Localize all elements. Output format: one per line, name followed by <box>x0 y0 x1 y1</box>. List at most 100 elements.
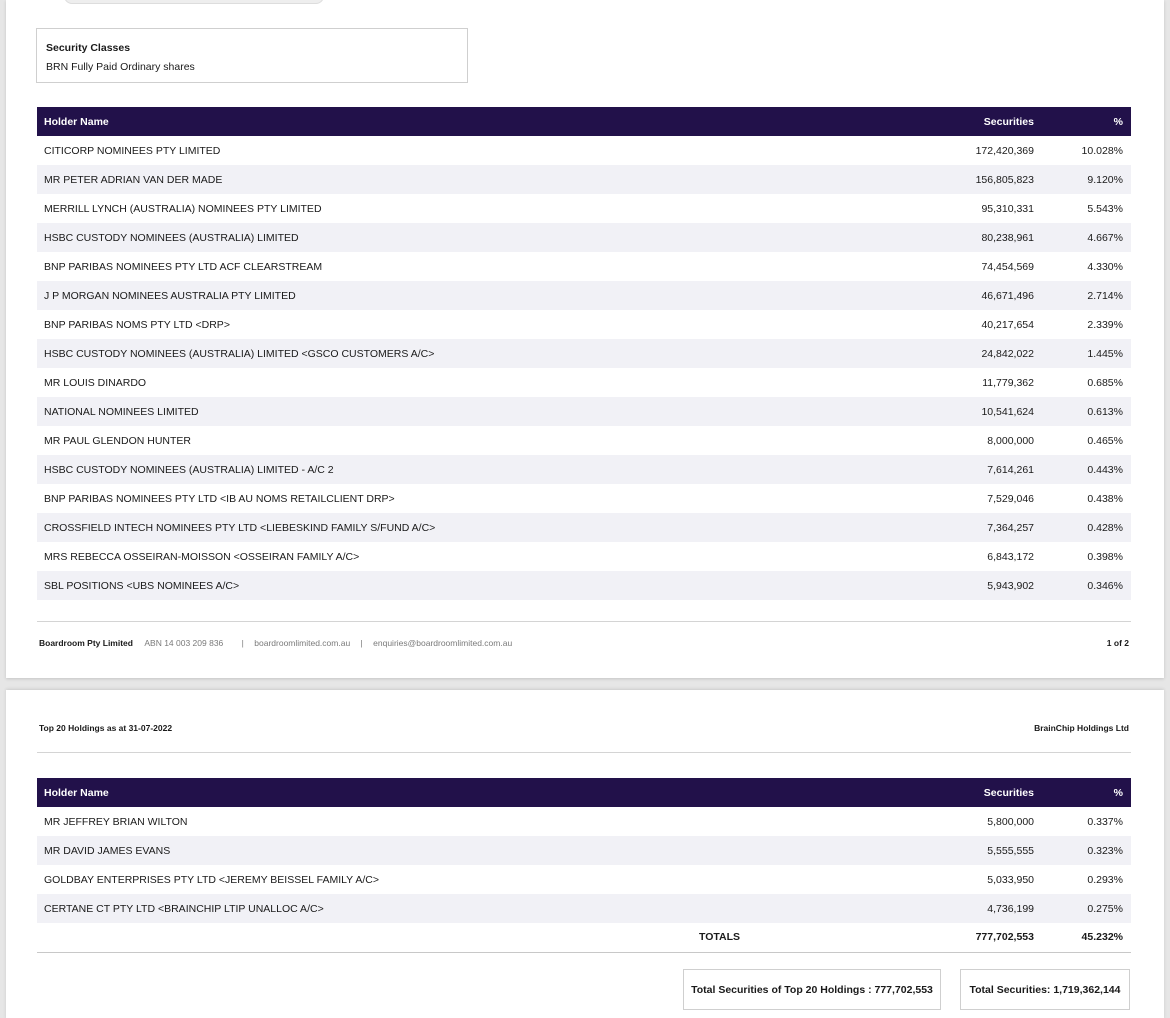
document-page-1: Security Classes BRN Fully Paid Ordinary… <box>6 0 1164 678</box>
holder-name-header: Holder Name <box>37 778 897 807</box>
table-row: HSBC CUSTODY NOMINEES (AUSTRALIA) LIMITE… <box>37 223 1131 252</box>
securities-cell: 4,736,199 <box>897 894 1034 923</box>
holder-name-cell: NATIONAL NOMINEES LIMITED <box>37 397 897 426</box>
totals-label: TOTALS <box>37 923 897 953</box>
holder-name-cell: HSBC CUSTODY NOMINEES (AUSTRALIA) LIMITE… <box>37 223 897 252</box>
holder-name-cell: J P MORGAN NOMINEES AUSTRALIA PTY LIMITE… <box>37 281 897 310</box>
company-name: BrainChip Holdings Ltd <box>1034 723 1129 733</box>
percent-cell: 4.330% <box>1087 260 1123 273</box>
percent-cell: 0.323% <box>1034 836 1131 865</box>
percent-cell: 0.613% <box>1034 397 1131 426</box>
table-row: BNP PARIBAS NOMINEES PTY LTD <IB AU NOMS… <box>37 484 1131 513</box>
percent-cell: 5.543% <box>1087 202 1123 215</box>
securities-cell: 6,843,172 <box>987 550 1034 563</box>
holder-name-cell: MR DAVID JAMES EVANS <box>37 836 897 865</box>
table-row: MR PETER ADRIAN VAN DER MADE 156,805,823 9… <box>37 165 1131 194</box>
report-title: Top 20 Holdings as at 31-07-2022 <box>39 723 173 733</box>
table-row: MR DAVID JAMES EVANS 5,555,555 0.323% <box>37 836 1131 865</box>
percent-header: % <box>1034 778 1131 807</box>
percent-cell: 0.443% <box>1034 455 1131 484</box>
percent-cell: 0.465% <box>1087 434 1123 447</box>
percent-cell: 0.428% <box>1034 513 1131 542</box>
totals-row: TOTALS 777,702,553 45.232% <box>37 923 1131 953</box>
securities-cell: 5,800,000 <box>987 815 1034 828</box>
holder-name-cell: MR JEFFREY BRIAN WILTON <box>44 815 188 828</box>
securities-cell: 156,805,823 <box>897 165 1034 194</box>
percent-cell: 0.346% <box>1034 571 1131 600</box>
holder-name-cell: HSBC CUSTODY NOMINEES (AUSTRALIA) LIMITE… <box>37 455 897 484</box>
totals-securities: 777,702,553 <box>897 923 1034 953</box>
holder-name-cell: MR PAUL GLENDON HUNTER <box>44 434 192 447</box>
securities-cell: 172,420,369 <box>975 144 1034 157</box>
footer-separator: | <box>360 638 363 648</box>
securities-cell: 80,238,961 <box>897 223 1034 252</box>
percent-cell: 0.438% <box>1087 492 1123 505</box>
securities-cell: 8,000,000 <box>987 434 1034 447</box>
page-number: 1 of 2 <box>1106 638 1129 648</box>
footer-email[interactable]: enquiries@boardroomlimited.com.au <box>373 638 512 648</box>
securities-header: Securities <box>897 107 1034 136</box>
percent-cell: 0.275% <box>1034 894 1131 923</box>
holder-name-cell: HSBC CUSTODY NOMINEES (AUSTRALIA) LIMITE… <box>37 339 897 368</box>
securities-cell: 40,217,654 <box>981 318 1034 331</box>
holder-name-cell: MR PETER ADRIAN VAN DER MADE <box>37 165 897 194</box>
holdings-table-page-2: Holder Name Securities % MR JEFFREY BRIA… <box>37 778 1131 953</box>
table-row: HSBC CUSTODY NOMINEES (AUSTRALIA) LIMITE… <box>37 339 1131 368</box>
footer-company: Boardroom Pty Limited <box>39 638 133 648</box>
table-header-row: Holder Name Securities % <box>37 778 1131 807</box>
table-row: MR PAUL GLENDON HUNTER 8,000,000 0.465% <box>37 426 1131 455</box>
table-row: BNP PARIBAS NOMS PTY LTD <DRP> 40,217,654… <box>37 310 1131 339</box>
holder-name-cell: BNP PARIBAS NOMS PTY LTD <DRP> <box>44 318 230 331</box>
holder-name-cell: CERTANE CT PTY LTD <BRAINCHIP LTIP UNALL… <box>37 894 897 923</box>
holder-name-cell: MR LOUIS DINARDO <box>44 376 147 389</box>
securities-cell: 95,310,331 <box>981 202 1034 215</box>
securities-cell: 10,541,624 <box>897 397 1034 426</box>
table-row: J P MORGAN NOMINEES AUSTRALIA PTY LIMITE… <box>37 281 1131 310</box>
table-row: GOLDBAY ENTERPRISES PTY LTD <JEREMY BEIS… <box>37 865 1131 894</box>
security-classes-box: Security Classes BRN Fully Paid Ordinary… <box>36 28 468 83</box>
totals-percent: 45.232% <box>1034 923 1131 953</box>
table-row: HSBC CUSTODY NOMINEES (AUSTRALIA) LIMITE… <box>37 455 1131 484</box>
table-row: MERRILL LYNCH (AUSTRALIA) NOMINEES PTY L… <box>37 194 1131 223</box>
table-row: CITICORP NOMINEES PTY LIMITED 172,420,369… <box>37 136 1131 165</box>
top20-total-box: Total Securities of Top 20 Holdings : 77… <box>683 969 941 1010</box>
table-row: CERTANE CT PTY LTD <BRAINCHIP LTIP UNALL… <box>37 894 1131 923</box>
holder-name-cell: CITICORP NOMINEES PTY LIMITED <box>44 144 221 157</box>
holdings-table-page-1: Holder Name Securities % CITICORP NOMINE… <box>37 107 1131 600</box>
header-divider <box>37 752 1131 753</box>
percent-cell: 0.398% <box>1087 550 1123 563</box>
page-header: Top 20 Holdings as at 31-07-2022 BrainCh… <box>39 723 1129 733</box>
securities-cell: 7,614,261 <box>897 455 1034 484</box>
page-top-tab <box>64 0 324 4</box>
document-page-2: Top 20 Holdings as at 31-07-2022 BrainCh… <box>6 690 1164 1018</box>
footer-info: Boardroom Pty Limited ABN 14 003 209 836… <box>39 638 512 648</box>
percent-cell: 0.293% <box>1087 873 1123 886</box>
holder-name-cell: MERRILL LYNCH (AUSTRALIA) NOMINEES PTY L… <box>44 202 322 215</box>
holder-name-header: Holder Name <box>37 107 897 136</box>
securities-cell: 5,033,950 <box>987 873 1034 886</box>
percent-cell: 9.120% <box>1034 165 1131 194</box>
holder-name-cell: SBL POSITIONS <UBS NOMINEES A/C> <box>37 571 897 600</box>
securities-cell: 74,454,569 <box>981 260 1034 273</box>
holder-name-cell: MRS REBECCA OSSEIRAN-MOISSON <OSSEIRAN F… <box>44 550 360 563</box>
page-footer: Boardroom Pty Limited ABN 14 003 209 836… <box>39 638 1129 648</box>
securities-cell: 46,671,496 <box>897 281 1034 310</box>
percent-cell: 10.028% <box>1081 144 1123 157</box>
table-row: MR JEFFREY BRIAN WILTON 5,800,000 0.337% <box>37 807 1131 836</box>
securities-header: Securities <box>897 778 1034 807</box>
holder-name-cell: BNP PARIBAS NOMINEES PTY LTD ACF CLEARST… <box>44 260 323 273</box>
security-classes-value: BRN Fully Paid Ordinary shares <box>46 61 195 73</box>
table-row: SBL POSITIONS <UBS NOMINEES A/C> 5,943,90… <box>37 571 1131 600</box>
holdings-body-page-2: MR JEFFREY BRIAN WILTON 5,800,000 0.337% MR… <box>37 807 1131 923</box>
table-row: BNP PARIBAS NOMINEES PTY LTD ACF CLEARST… <box>37 252 1131 281</box>
footer-website[interactable]: boardroomlimited.com.au <box>254 638 350 648</box>
securities-cell: 5,943,902 <box>897 571 1034 600</box>
securities-cell: 5,555,555 <box>897 836 1034 865</box>
securities-cell: 24,842,022 <box>897 339 1034 368</box>
table-row: NATIONAL NOMINEES LIMITED 10,541,624 0.613… <box>37 397 1131 426</box>
percent-cell: 1.445% <box>1034 339 1131 368</box>
holder-name-cell: BNP PARIBAS NOMINEES PTY LTD <IB AU NOMS… <box>44 492 395 505</box>
holdings-body-page-1: CITICORP NOMINEES PTY LIMITED 172,420,369… <box>37 136 1131 600</box>
holder-name-cell: GOLDBAY ENTERPRISES PTY LTD <JEREMY BEIS… <box>44 873 379 886</box>
footer-separator: | <box>241 638 244 648</box>
